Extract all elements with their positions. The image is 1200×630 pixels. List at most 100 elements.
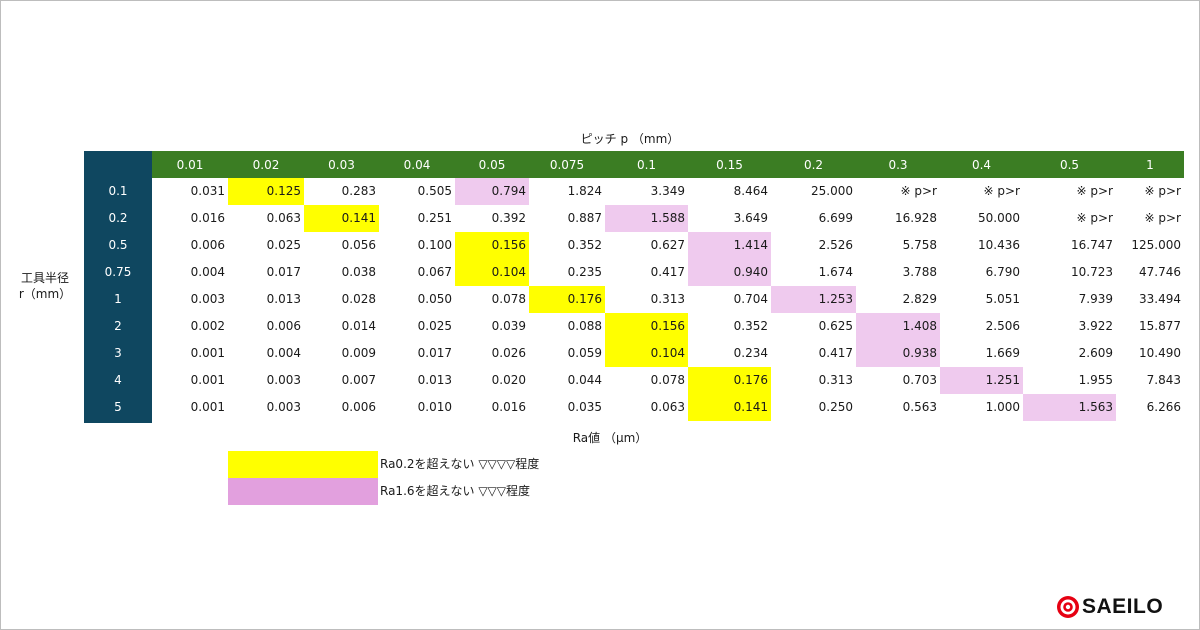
column-header-0_02: 0.02 [252, 158, 280, 172]
table-cell: 1.669 [985, 346, 1020, 360]
y-axis-title-line-2: r（mm） [18, 287, 72, 301]
table-cell: 3.649 [733, 211, 768, 225]
table-cell: 0.025 [417, 319, 452, 333]
table-cell: 0.003 [190, 292, 225, 306]
table-cell: 0.009 [341, 346, 376, 360]
table-cell: 3.788 [902, 265, 937, 279]
row-header-5: 5 [114, 400, 122, 414]
table-cell: 0.794 [455, 178, 529, 205]
table-cell: 0.010 [417, 400, 452, 414]
table-cell: 6.790 [985, 265, 1020, 279]
table-cell: 0.014 [341, 319, 376, 333]
table-cell: 0.625 [818, 319, 853, 333]
table-cell: 0.007 [341, 373, 376, 387]
table-cell: 0.141 [688, 394, 771, 421]
table-cell: 0.001 [190, 346, 225, 360]
table-cell: 0.417 [650, 265, 685, 279]
column-header-0_4: 0.4 [971, 158, 992, 172]
table-cell: 1.414 [688, 232, 771, 259]
table-cell: 0.352 [567, 238, 602, 252]
table-cell: 50.000 [978, 211, 1020, 225]
table-cell: 0.031 [190, 184, 225, 198]
table-cell: 2.829 [902, 292, 937, 306]
table-cell: 16.928 [895, 211, 937, 225]
table-cell: 0.016 [491, 400, 526, 414]
value-unit-label: Ra値 （μm） [572, 431, 648, 445]
table-cell: 0.056 [341, 238, 376, 252]
table-cell: 0.050 [417, 292, 452, 306]
table-cell: 0.505 [417, 184, 452, 198]
table-cell: ※ p>r [1144, 184, 1181, 198]
table-cell: 1.408 [856, 313, 940, 340]
table-cell: 0.313 [818, 373, 853, 387]
row-header-1: 1 [114, 292, 122, 306]
column-header-0_04: 0.04 [403, 158, 431, 172]
table-cell: 0.141 [304, 205, 379, 232]
table-cell: 0.125 [228, 178, 304, 205]
table-cell: 1.955 [1078, 373, 1113, 387]
table-cell: 2.609 [1078, 346, 1113, 360]
table-cell: 0.006 [190, 238, 225, 252]
table-cell: 33.494 [1139, 292, 1181, 306]
legend-swatch-ra16 [228, 478, 378, 505]
table-cell: 0.028 [341, 292, 376, 306]
table-cell: 0.035 [567, 400, 602, 414]
table-cell: 0.006 [341, 400, 376, 414]
table-cell: 0.627 [650, 238, 685, 252]
table-cell: 0.067 [417, 265, 452, 279]
table-cell: 0.088 [567, 319, 602, 333]
legend-swatch-ra02 [228, 451, 378, 478]
table-cell: 125.000 [1131, 238, 1181, 252]
table-cell: 25.000 [811, 184, 853, 198]
table-cell: 0.004 [266, 346, 301, 360]
table-cell: 0.001 [190, 373, 225, 387]
row-header-0_5: 0.5 [108, 238, 128, 252]
table-cell: 0.176 [529, 286, 605, 313]
table-cell: 0.887 [567, 211, 602, 225]
table-cell: 0.940 [688, 259, 771, 286]
table-cell: 10.723 [1071, 265, 1113, 279]
column-header-0_5: 0.5 [1059, 158, 1080, 172]
table-cell: 0.251 [417, 211, 452, 225]
column-header-0_01: 0.01 [176, 158, 204, 172]
table-cell: 0.104 [605, 340, 688, 367]
table-cell: 0.156 [605, 313, 688, 340]
x-axis-title: ピッチ p （mm） [580, 132, 680, 146]
row-header-0_1: 0.1 [108, 184, 128, 198]
table-cell: 0.013 [417, 373, 452, 387]
table-cell: 0.392 [491, 211, 526, 225]
table-cell: ※ p>r [1076, 211, 1113, 225]
row-header-3: 3 [114, 346, 122, 360]
table-cell: 1.253 [771, 286, 856, 313]
row-header-0_75: 0.75 [104, 265, 132, 279]
table-cell: ※ p>r [1144, 211, 1181, 225]
table-cell: 6.699 [818, 211, 853, 225]
column-header-0_03: 0.03 [328, 158, 355, 172]
table-cell: 8.464 [733, 184, 768, 198]
table-cell: 5.051 [985, 292, 1020, 306]
table-cell: 0.017 [266, 265, 301, 279]
column-header-0_2: 0.2 [803, 158, 824, 172]
table-cell: 3.922 [1078, 319, 1113, 333]
table-cell: 0.078 [650, 373, 685, 387]
table-cell: 2.526 [818, 238, 853, 252]
row-header-4: 4 [114, 373, 122, 387]
table-cell: ※ p>r [900, 184, 937, 198]
table-cell: 0.044 [567, 373, 602, 387]
table-cell: ※ p>r [1076, 184, 1113, 198]
table-cell: 0.001 [190, 400, 225, 414]
legend-label-ra16: Ra1.6を超えない ▽▽▽程度 [380, 484, 531, 498]
table-cell: 6.266 [1146, 400, 1181, 414]
table-cell: 0.250 [818, 400, 853, 414]
column-header-0_15: 0.15 [716, 158, 743, 172]
table-cell: 0.017 [417, 346, 452, 360]
table-cell: 16.747 [1071, 238, 1113, 252]
table-cell: 0.156 [455, 232, 529, 259]
table-cell: 3.349 [650, 184, 685, 198]
table-cell: 0.078 [491, 292, 526, 306]
y-axis-title: 工具半径 r（mm） [10, 270, 80, 302]
table-cell: 0.313 [650, 292, 685, 306]
table-cell: 0.234 [733, 346, 768, 360]
table-cell: 0.013 [266, 292, 301, 306]
table-cell: 0.020 [491, 373, 526, 387]
